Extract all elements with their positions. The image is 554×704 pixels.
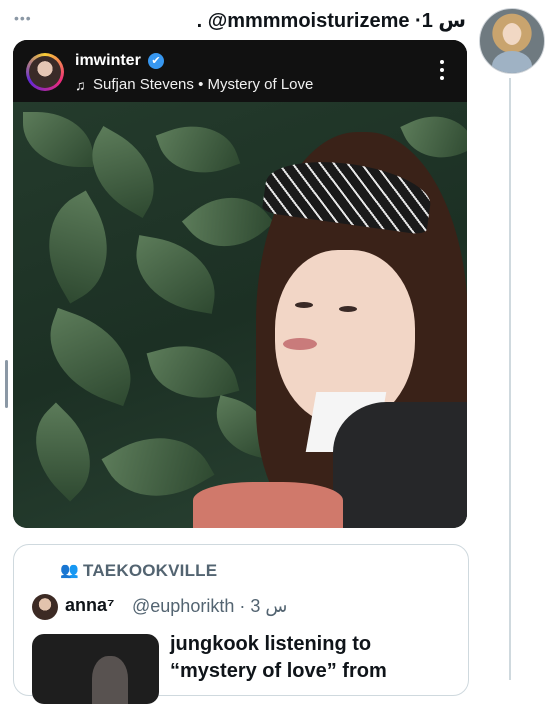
embed-header: imwinter ✔ ♫ Sufjan Stevens • Mystery of… (13, 40, 467, 102)
verified-badge-icon: ✔ (148, 53, 164, 69)
quoted-display-name[interactable]: anna⁷ (65, 595, 114, 616)
avatar-face (503, 23, 521, 45)
author-avatar[interactable] (479, 8, 545, 74)
quoted-text: jungkook listening to “mystery of love” … (170, 633, 387, 682)
avatar-shirt (492, 51, 532, 73)
community-name[interactable]: TAEKOOKVILLE (83, 561, 217, 581)
kebab-menu-icon[interactable] (439, 58, 445, 84)
scroll-handle[interactable] (5, 360, 8, 408)
embed-avatar[interactable] (26, 53, 64, 91)
music-note-icon: ♫ (75, 77, 86, 93)
thread-line (509, 78, 511, 680)
embed-song[interactable]: Sufjan Stevens • Mystery of Love (93, 76, 313, 93)
more-options-icon[interactable]: ••• (14, 10, 32, 26)
embedded-media-card[interactable]: imwinter ✔ ♫ Sufjan Stevens • Mystery of… (13, 40, 467, 528)
quoted-thumbnail[interactable] (32, 634, 159, 704)
post-header: . @mmmmoisturizeme ·1 س (196, 10, 466, 32)
embed-username[interactable]: imwinter (75, 52, 141, 70)
embed-photo[interactable] (13, 102, 467, 528)
community-icon: 👥 (60, 562, 79, 579)
quoted-avatar[interactable] (32, 594, 58, 620)
quoted-post-card[interactable]: 👥 TAEKOOKVILLE anna⁷ @euphorikth · 3 س j… (13, 544, 469, 704)
quoted-handle[interactable]: @euphorikth · 3 س (132, 596, 287, 617)
